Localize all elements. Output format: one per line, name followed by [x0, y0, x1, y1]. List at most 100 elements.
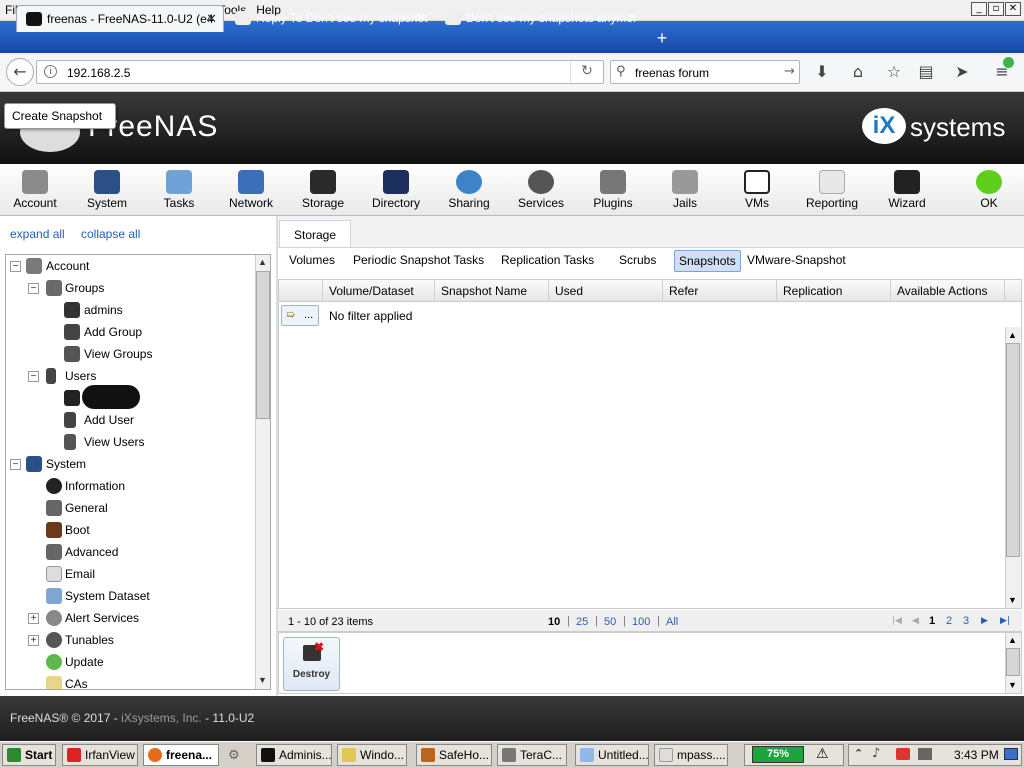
warning-icon[interactable]: ⚠ [816, 746, 829, 762]
tree-add-group[interactable]: Add Group [84, 321, 142, 343]
toolbar-system[interactable]: System [76, 164, 138, 216]
subtab-replication-tasks[interactable]: Replication Tasks [497, 250, 598, 272]
back-button[interactable]: ← [6, 58, 34, 86]
search-go-icon[interactable]: → [784, 64, 795, 79]
toolbar-vms[interactable]: VMs [726, 164, 788, 216]
collapse-system-toggle[interactable]: − [10, 459, 21, 470]
filter-button[interactable]: ➯ ... [281, 305, 319, 326]
column-volume-dataset[interactable]: Volume/Dataset [323, 280, 435, 302]
tree-general[interactable]: General [65, 497, 108, 519]
column-select[interactable] [279, 280, 323, 302]
page-size-10[interactable]: 10 [548, 616, 560, 628]
show-desktop-icon[interactable] [1004, 748, 1018, 760]
tree-account[interactable]: Account [46, 255, 89, 277]
toolbar-sharing[interactable]: Sharing [438, 164, 500, 216]
collapse-account-toggle[interactable]: − [10, 261, 21, 272]
tab-reply[interactable]: Reply To Don't see my snapshot ✕ [226, 5, 432, 32]
toolbar-jails[interactable]: Jails [654, 164, 716, 216]
tab-snapshots-thread[interactable]: Don't see my snapshots anymor ✕ [436, 5, 644, 32]
scroll-up-arrow-icon[interactable]: ▲ [258, 257, 267, 267]
network-error-icon[interactable] [896, 748, 910, 760]
tree-add-user[interactable]: Add User [84, 409, 134, 431]
page-2[interactable]: 2 [946, 615, 952, 627]
tree-groups[interactable]: Groups [65, 277, 104, 299]
toolbar-network[interactable]: Network [220, 164, 282, 216]
last-page-icon[interactable]: ▶| [1000, 616, 1010, 626]
tree-view-groups[interactable]: View Groups [84, 343, 152, 365]
quick-launch-icon[interactable]: ⚙ [228, 747, 248, 763]
taskbar-windows[interactable]: Windo... [337, 744, 407, 766]
clock[interactable]: 3:43 PM [954, 748, 999, 762]
redacted-username[interactable] [82, 385, 140, 409]
subtab-periodic-snapshot-tasks[interactable]: Periodic Snapshot Tasks [349, 250, 488, 272]
expand-all-link[interactable]: expand all [10, 227, 65, 241]
tree-email[interactable]: Email [65, 563, 95, 585]
ixsystems-link[interactable]: iXsystems, Inc. [121, 711, 202, 725]
tree-scrollbar-thumb[interactable] [256, 271, 270, 419]
tree-tunables[interactable]: Tunables [65, 629, 114, 651]
tree-system-dataset[interactable]: System Dataset [65, 585, 150, 607]
action-scroll-up-icon[interactable]: ▲ [1008, 635, 1017, 645]
tree-admins[interactable]: admins [84, 299, 123, 321]
column-replication[interactable]: Replication [777, 280, 891, 302]
taskbar-mpass[interactable]: mpass.... [654, 744, 728, 766]
page-size-25[interactable]: 25 [576, 616, 588, 628]
subtab-snapshots[interactable]: Snapshots [674, 250, 741, 272]
close-tab-icon[interactable]: ✕ [415, 10, 426, 26]
tree-users[interactable]: Users [65, 365, 96, 387]
tree-update[interactable]: Update [65, 651, 104, 673]
collapse-groups-toggle[interactable]: − [28, 283, 39, 294]
subtab-vmware-snapshot[interactable]: VMware-Snapshot [743, 250, 850, 272]
tree-cas[interactable]: CAs [65, 673, 88, 689]
url-text[interactable]: 192.168.2.5 [67, 66, 130, 80]
column-refer[interactable]: Refer [663, 280, 777, 302]
expand-tunables-toggle[interactable]: + [28, 635, 39, 646]
page-3[interactable]: 3 [963, 615, 969, 627]
page-size-100[interactable]: 100 [632, 616, 650, 628]
grid-scrollbar-thumb[interactable] [1006, 343, 1020, 557]
first-page-icon[interactable]: |◀ [892, 616, 902, 626]
page-size-all[interactable]: All [666, 616, 678, 628]
volume-icon[interactable]: ♪ [872, 746, 880, 761]
toolbar-tasks[interactable]: Tasks [148, 164, 210, 216]
start-button[interactable]: Start [2, 744, 56, 766]
reader-icon[interactable]: ▤ [916, 62, 936, 82]
expand-alert-services-toggle[interactable]: + [28, 613, 39, 624]
column-used[interactable]: Used [549, 280, 663, 302]
tab-freenas[interactable]: freenas - FreeNAS-11.0-U2 (e4 ✕ [16, 5, 224, 32]
column-snapshot-name[interactable]: Snapshot Name [435, 280, 549, 302]
tab-storage[interactable]: Storage [279, 220, 351, 248]
scroll-down-arrow-icon[interactable]: ▼ [258, 675, 267, 685]
taskbar-admin[interactable]: Adminis... [256, 744, 332, 766]
toolbar-plugins[interactable]: Plugins [582, 164, 644, 216]
taskbar-irfanview[interactable]: IrfanView [62, 744, 138, 766]
reload-icon[interactable]: ↻ [578, 63, 596, 81]
subtab-scrubs[interactable]: Scrubs [615, 250, 660, 272]
toolbar-storage[interactable]: Storage [292, 164, 354, 216]
tree-boot[interactable]: Boot [65, 519, 90, 541]
tree-advanced[interactable]: Advanced [65, 541, 118, 563]
grid-scroll-down-icon[interactable]: ▼ [1008, 595, 1017, 605]
toolbar-account[interactable]: Account [4, 164, 66, 216]
minimize-button[interactable]: _ [971, 2, 987, 16]
action-scroll-down-icon[interactable]: ▼ [1008, 680, 1017, 690]
tree-view-users[interactable]: View Users [84, 431, 144, 453]
battery-indicator[interactable]: 75% [752, 746, 804, 763]
action-scrollbar-thumb[interactable] [1006, 648, 1020, 676]
tray-expand-icon[interactable]: ⌃ [854, 747, 863, 760]
signal-icon[interactable] [918, 748, 932, 760]
taskbar-safehouse[interactable]: SafeHo... [416, 744, 492, 766]
toolbar-services[interactable]: Services [510, 164, 572, 216]
grid-scroll-up-icon[interactable]: ▲ [1008, 330, 1017, 340]
tree-system[interactable]: System [46, 453, 86, 475]
taskbar-untitled[interactable]: Untitled... [575, 744, 649, 766]
bookmark-star-icon[interactable]: ☆ [884, 62, 904, 82]
toolbar-ok[interactable]: OK [958, 164, 1020, 216]
taskbar-teracopy[interactable]: TeraC... [497, 744, 567, 766]
toolbar-directory[interactable]: Directory [364, 164, 428, 216]
send-icon[interactable]: ➤ [952, 62, 972, 82]
download-icon[interactable]: ⬇ [812, 62, 832, 82]
collapse-users-toggle[interactable]: − [28, 371, 39, 382]
close-tab-icon[interactable]: ✕ [627, 10, 638, 26]
prev-page-icon[interactable]: ◀ [912, 616, 919, 626]
